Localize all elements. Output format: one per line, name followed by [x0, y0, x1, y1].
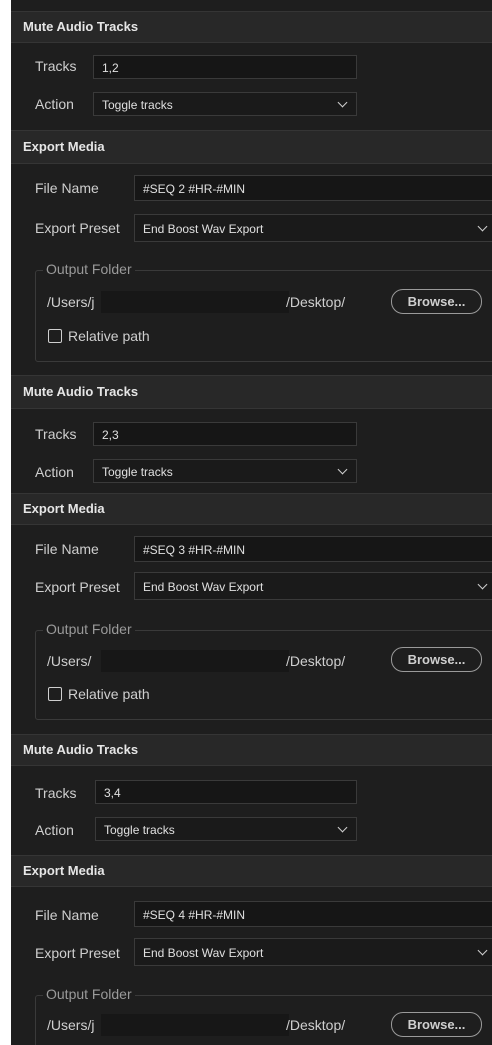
file-name-label: File Name: [35, 541, 99, 557]
file-name-value: #SEQ 2 #HR-#MIN: [143, 182, 246, 196]
tracks-input[interactable]: 2,3: [93, 422, 357, 446]
action-label: Action: [35, 822, 74, 838]
path-suffix: /Desktop/: [286, 653, 346, 669]
export-preset-label: Export Preset: [35, 945, 120, 961]
action-value: Toggle tracks: [104, 823, 175, 837]
mute-audio-tracks-header: Mute Audio Tracks: [11, 734, 492, 766]
output-folder-legend: Output Folder: [43, 986, 135, 1002]
export-preset-value: End Boost Wav Export: [143, 946, 264, 960]
export-preset-label: Export Preset: [35, 220, 120, 236]
action-select[interactable]: Toggle tracks: [95, 817, 357, 841]
browse-button[interactable]: Browse...: [391, 1012, 482, 1037]
action-value: Toggle tracks: [102, 465, 173, 479]
file-name-value: #SEQ 3 #HR-#MIN: [143, 543, 246, 557]
tracks-input[interactable]: 3,4: [95, 780, 357, 804]
path-prefix: /Users/j: [47, 294, 95, 310]
section-title: Export Media: [23, 139, 105, 154]
export-preset-value: End Boost Wav Export: [143, 222, 264, 236]
file-name-value: #SEQ 4 #HR-#MIN: [143, 908, 246, 922]
browse-button[interactable]: Browse...: [391, 289, 482, 314]
export-preset-select[interactable]: End Boost Wav Export: [134, 572, 492, 600]
export-media-header: Export Media: [11, 855, 492, 887]
panel: Mute Audio Tracks Tracks 1,2 Action Togg…: [11, 0, 492, 1045]
tracks-label: Tracks: [35, 785, 77, 801]
action-value: Toggle tracks: [102, 98, 173, 112]
output-folder-group: [35, 630, 492, 720]
chevron-down-icon: [337, 464, 348, 475]
section-title: Export Media: [23, 863, 105, 878]
path-input[interactable]: [101, 650, 289, 672]
output-folder-legend: Output Folder: [43, 621, 135, 637]
output-folder-legend: Output Folder: [43, 261, 135, 277]
export-preset-label: Export Preset: [35, 579, 120, 595]
tracks-value: 2,3: [102, 428, 119, 442]
action-select[interactable]: Toggle tracks: [93, 92, 357, 116]
path-prefix: /Users/: [47, 653, 92, 669]
browse-button[interactable]: Browse...: [391, 647, 482, 672]
action-label: Action: [35, 96, 74, 112]
export-preset-select[interactable]: End Boost Wav Export: [134, 938, 492, 966]
chevron-down-icon: [477, 579, 488, 590]
export-preset-value: End Boost Wav Export: [143, 580, 264, 594]
section-title: Mute Audio Tracks: [23, 19, 139, 34]
path-suffix: /Desktop/: [286, 1017, 346, 1033]
file-name-label: File Name: [35, 907, 99, 923]
export-preset-select[interactable]: End Boost Wav Export: [134, 214, 492, 242]
chevron-down-icon: [337, 822, 348, 833]
chevron-down-icon: [337, 97, 348, 108]
tracks-value: 1,2: [102, 61, 119, 75]
section-title: Mute Audio Tracks: [23, 742, 139, 757]
action-label: Action: [35, 464, 74, 480]
tracks-input[interactable]: 1,2: [93, 55, 357, 79]
file-name-input[interactable]: #SEQ 2 #HR-#MIN: [134, 175, 492, 201]
mute-audio-tracks-header: Mute Audio Tracks: [11, 11, 492, 43]
output-folder-group: [35, 270, 492, 362]
path-input[interactable]: [101, 1014, 289, 1036]
path-suffix: /Desktop/: [286, 294, 346, 310]
relative-path-label: Relative path: [68, 328, 150, 344]
relative-path-checkbox[interactable]: [48, 687, 62, 701]
export-media-header: Export Media: [11, 493, 492, 525]
path-prefix: /Users/j: [47, 1017, 95, 1033]
path-input[interactable]: [101, 291, 289, 313]
section-title: Export Media: [23, 501, 105, 516]
file-name-input[interactable]: #SEQ 3 #HR-#MIN: [134, 536, 492, 562]
chevron-down-icon: [477, 221, 488, 232]
tracks-value: 3,4: [104, 786, 121, 800]
export-media-header: Export Media: [11, 130, 492, 164]
relative-path-checkbox[interactable]: [48, 329, 62, 343]
chevron-down-icon: [477, 945, 488, 956]
tracks-label: Tracks: [35, 426, 77, 442]
file-name-label: File Name: [35, 180, 99, 196]
section-title: Mute Audio Tracks: [23, 384, 139, 399]
tracks-label: Tracks: [35, 58, 77, 74]
mute-audio-tracks-header: Mute Audio Tracks: [11, 375, 492, 409]
file-name-input[interactable]: #SEQ 4 #HR-#MIN: [134, 901, 492, 927]
relative-path-label: Relative path: [68, 686, 150, 702]
action-select[interactable]: Toggle tracks: [93, 459, 357, 483]
